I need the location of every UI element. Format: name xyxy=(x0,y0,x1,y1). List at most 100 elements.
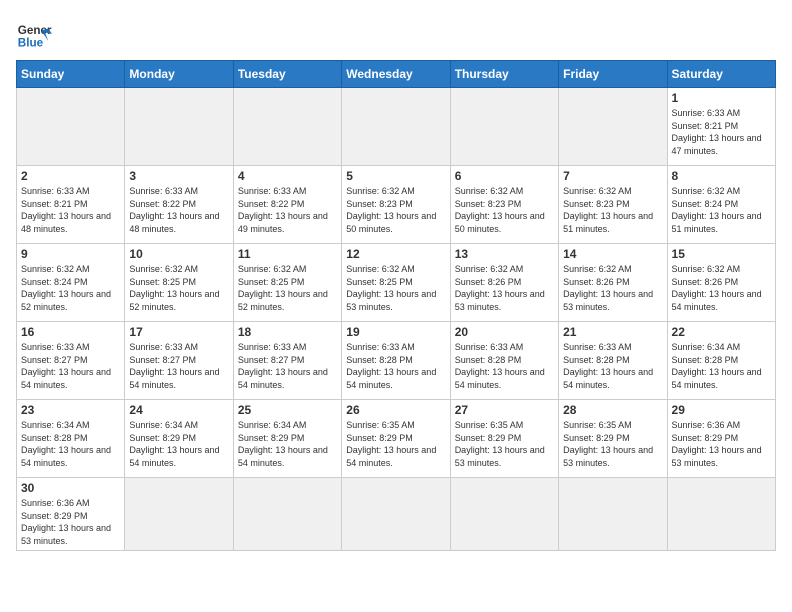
calendar-header-monday: Monday xyxy=(125,61,233,88)
day-info: Sunrise: 6:35 AMSunset: 8:29 PMDaylight:… xyxy=(455,419,554,469)
svg-text:Blue: Blue xyxy=(18,37,44,50)
calendar-day-cell: 4 Sunrise: 6:33 AMSunset: 8:22 PMDaylight… xyxy=(233,166,341,244)
calendar-header-row: SundayMondayTuesdayWednesdayThursdayFrid… xyxy=(17,61,776,88)
calendar-day-cell: 27 Sunrise: 6:35 AMSunset: 8:29 PMDayligh… xyxy=(450,400,558,478)
day-info: Sunrise: 6:32 AMSunset: 8:23 PMDaylight:… xyxy=(346,185,445,235)
calendar-day-cell: 29Sunrise: 6:36 AMSunset: 8:29 PMDayligh… xyxy=(667,400,775,478)
header-area: General Blue xyxy=(16,16,776,52)
day-number: 20 xyxy=(455,325,554,339)
day-number: 6 xyxy=(455,169,554,183)
day-info: Sunrise: 6:32 AMSunset: 8:23 PMDaylight:… xyxy=(455,185,554,235)
calendar-day-cell: 17Sunrise: 6:33 AMSunset: 8:27 PMDayligh… xyxy=(125,322,233,400)
calendar-day-cell: 23Sunrise: 6:34 AMSunset: 8:28 PMDayligh… xyxy=(17,400,125,478)
calendar-day-cell: 1 Sunrise: 6:33 AMSunset: 8:21 PMDaylight… xyxy=(667,88,775,166)
calendar-week-row: 2Sunrise: 6:33 AMSunset: 8:21 PMDaylight… xyxy=(17,166,776,244)
day-number: 18 xyxy=(238,325,337,339)
day-info: Sunrise: 6:33 AMSunset: 8:21 PMDaylight:… xyxy=(672,107,771,157)
calendar-day-cell: 20 Sunrise: 6:33 AMSunset: 8:28 PMDayligh… xyxy=(450,322,558,400)
calendar-header-sunday: Sunday xyxy=(17,61,125,88)
calendar-day-cell xyxy=(125,478,233,551)
day-number: 7 xyxy=(563,169,662,183)
day-number: 8 xyxy=(672,169,771,183)
day-number: 21 xyxy=(563,325,662,339)
day-info: Sunrise: 6:33 AMSunset: 8:28 PMDaylight:… xyxy=(455,341,554,391)
day-number: 11 xyxy=(238,247,337,261)
calendar-day-cell: 6 Sunrise: 6:32 AMSunset: 8:23 PMDaylight… xyxy=(450,166,558,244)
day-number: 5 xyxy=(346,169,445,183)
day-info: Sunrise: 6:33 AMSunset: 8:28 PMDaylight:… xyxy=(346,341,445,391)
calendar-week-row: 16 Sunrise: 6:33 AMSunset: 8:27 PMDayligh… xyxy=(17,322,776,400)
day-number: 30 xyxy=(21,481,120,495)
calendar-day-cell: 26 Sunrise: 6:35 AMSunset: 8:29 PMDayligh… xyxy=(342,400,450,478)
calendar-day-cell: 22 Sunrise: 6:34 AMSunset: 8:28 PMDayligh… xyxy=(667,322,775,400)
logo: General Blue xyxy=(16,16,52,52)
calendar-day-cell: 15 Sunrise: 6:32 AMSunset: 8:26 PMDayligh… xyxy=(667,244,775,322)
day-number: 13 xyxy=(455,247,554,261)
day-number: 10 xyxy=(129,247,228,261)
day-number: 15 xyxy=(672,247,771,261)
day-info: Sunrise: 6:32 AMSunset: 8:26 PMDaylight:… xyxy=(672,263,771,313)
day-number: 23 xyxy=(21,403,120,417)
calendar-day-cell xyxy=(17,88,125,166)
calendar-day-cell: 10Sunrise: 6:32 AMSunset: 8:25 PMDayligh… xyxy=(125,244,233,322)
calendar-day-cell: 30 Sunrise: 6:36 AMSunset: 8:29 PMDayligh… xyxy=(17,478,125,551)
day-number: 22 xyxy=(672,325,771,339)
calendar-week-row: 9 Sunrise: 6:32 AMSunset: 8:24 PMDaylight… xyxy=(17,244,776,322)
calendar-day-cell: 11 Sunrise: 6:32 AMSunset: 8:25 PMDayligh… xyxy=(233,244,341,322)
calendar-day-cell: 28 Sunrise: 6:35 AMSunset: 8:29 PMDayligh… xyxy=(559,400,667,478)
day-number: 19 xyxy=(346,325,445,339)
calendar-day-cell: 2Sunrise: 6:33 AMSunset: 8:21 PMDaylight… xyxy=(17,166,125,244)
calendar-day-cell xyxy=(125,88,233,166)
calendar-day-cell: 19 Sunrise: 6:33 AMSunset: 8:28 PMDayligh… xyxy=(342,322,450,400)
day-info: Sunrise: 6:36 AMSunset: 8:29 PMDaylight:… xyxy=(21,497,120,547)
calendar-day-cell: 8Sunrise: 6:32 AMSunset: 8:24 PMDaylight… xyxy=(667,166,775,244)
day-info: Sunrise: 6:34 AMSunset: 8:28 PMDaylight:… xyxy=(672,341,771,391)
day-number: 9 xyxy=(21,247,120,261)
calendar-day-cell: 16Sunrise: 6:33 AMSunset: 8:27 PMDayligh… xyxy=(17,322,125,400)
day-info: Sunrise: 6:32 AMSunset: 8:26 PMDaylight:… xyxy=(563,263,662,313)
generalblue-logo-icon: General Blue xyxy=(16,16,52,52)
day-number: 1 xyxy=(672,91,771,105)
calendar-day-cell: 14 Sunrise: 6:32 AMSunset: 8:26 PMDayligh… xyxy=(559,244,667,322)
calendar-day-cell xyxy=(342,88,450,166)
calendar-day-cell: 13 Sunrise: 6:32 AMSunset: 8:26 PMDayligh… xyxy=(450,244,558,322)
calendar-week-row: 30 Sunrise: 6:36 AMSunset: 8:29 PMDayligh… xyxy=(17,478,776,551)
calendar-day-cell xyxy=(667,478,775,551)
day-info: Sunrise: 6:32 AMSunset: 8:25 PMDaylight:… xyxy=(238,263,337,313)
day-number: 29 xyxy=(672,403,771,417)
day-info: Sunrise: 6:32 AMSunset: 8:24 PMDaylight:… xyxy=(21,263,120,313)
calendar-day-cell: 9 Sunrise: 6:32 AMSunset: 8:24 PMDaylight… xyxy=(17,244,125,322)
day-info: Sunrise: 6:33 AMSunset: 8:22 PMDaylight:… xyxy=(129,185,228,235)
calendar-day-cell: 3 Sunrise: 6:33 AMSunset: 8:22 PMDaylight… xyxy=(125,166,233,244)
calendar-week-row: 23Sunrise: 6:34 AMSunset: 8:28 PMDayligh… xyxy=(17,400,776,478)
day-info: Sunrise: 6:32 AMSunset: 8:26 PMDaylight:… xyxy=(455,263,554,313)
day-number: 27 xyxy=(455,403,554,417)
calendar-day-cell: 5 Sunrise: 6:32 AMSunset: 8:23 PMDaylight… xyxy=(342,166,450,244)
calendar-header-tuesday: Tuesday xyxy=(233,61,341,88)
day-number: 25 xyxy=(238,403,337,417)
day-info: Sunrise: 6:32 AMSunset: 8:23 PMDaylight:… xyxy=(563,185,662,235)
day-number: 3 xyxy=(129,169,228,183)
day-number: 17 xyxy=(129,325,228,339)
day-info: Sunrise: 6:35 AMSunset: 8:29 PMDaylight:… xyxy=(346,419,445,469)
calendar-day-cell xyxy=(233,88,341,166)
calendar-day-cell: 12Sunrise: 6:32 AMSunset: 8:25 PMDayligh… xyxy=(342,244,450,322)
day-info: Sunrise: 6:34 AMSunset: 8:29 PMDaylight:… xyxy=(238,419,337,469)
day-number: 4 xyxy=(238,169,337,183)
calendar-day-cell xyxy=(450,478,558,551)
day-number: 28 xyxy=(563,403,662,417)
calendar-day-cell: 21 Sunrise: 6:33 AMSunset: 8:28 PMDayligh… xyxy=(559,322,667,400)
day-number: 26 xyxy=(346,403,445,417)
calendar-day-cell: 25 Sunrise: 6:34 AMSunset: 8:29 PMDayligh… xyxy=(233,400,341,478)
day-info: Sunrise: 6:33 AMSunset: 8:27 PMDaylight:… xyxy=(238,341,337,391)
day-number: 24 xyxy=(129,403,228,417)
calendar-day-cell xyxy=(342,478,450,551)
day-info: Sunrise: 6:33 AMSunset: 8:22 PMDaylight:… xyxy=(238,185,337,235)
calendar-header-thursday: Thursday xyxy=(450,61,558,88)
day-number: 16 xyxy=(21,325,120,339)
day-info: Sunrise: 6:34 AMSunset: 8:29 PMDaylight:… xyxy=(129,419,228,469)
day-number: 14 xyxy=(563,247,662,261)
day-info: Sunrise: 6:35 AMSunset: 8:29 PMDaylight:… xyxy=(563,419,662,469)
day-info: Sunrise: 6:33 AMSunset: 8:28 PMDaylight:… xyxy=(563,341,662,391)
calendar-day-cell: 18 Sunrise: 6:33 AMSunset: 8:27 PMDayligh… xyxy=(233,322,341,400)
